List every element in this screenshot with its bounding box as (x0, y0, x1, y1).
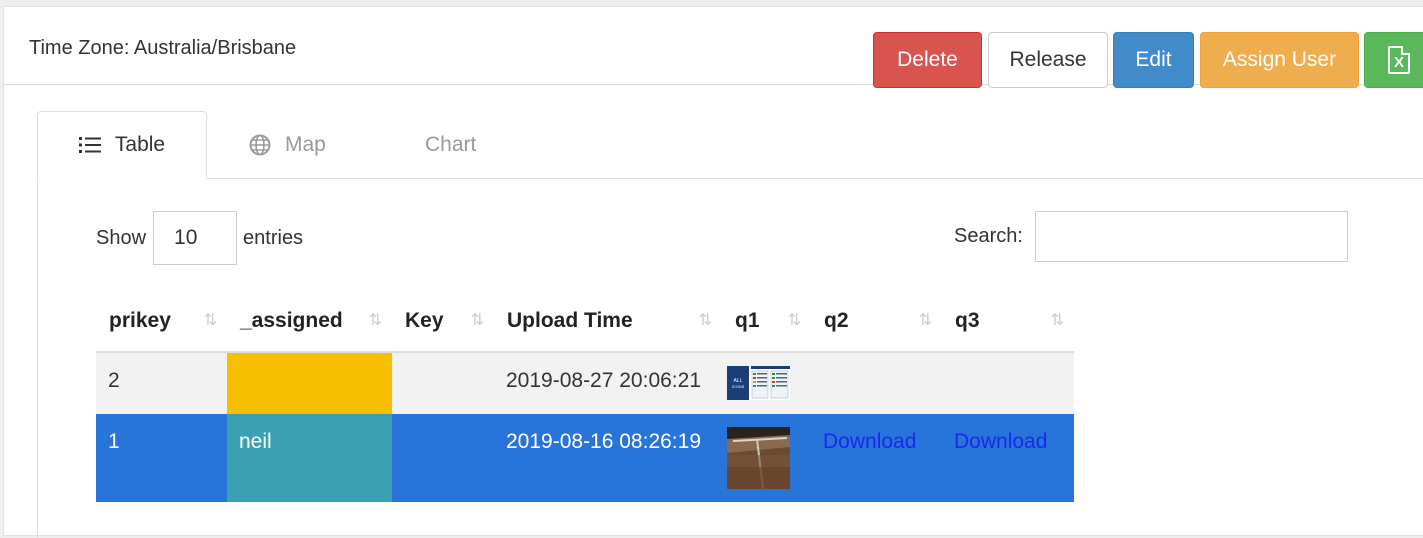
column-header-prikey[interactable]: prikey ⇅ (96, 290, 227, 353)
sort-icon: ⇅ (787, 312, 801, 329)
tab-table-label: Table (114, 133, 166, 156)
column-header-key[interactable]: Key ⇅ (392, 290, 494, 353)
search-label: Search: (954, 225, 1023, 247)
cell-q1: ALL ICONS (722, 352, 811, 414)
cell-assigned: neil (227, 414, 392, 502)
sort-icon: ⇅ (698, 312, 712, 329)
tab-map-label: Map (285, 133, 326, 156)
delete-button[interactable]: Delete (873, 32, 982, 88)
download-link[interactable]: Download (954, 430, 1047, 453)
column-header-q1[interactable]: q1 ⇅ (722, 290, 811, 353)
entries-label: entries (243, 226, 304, 249)
excel-file-icon: X (1388, 46, 1410, 74)
download-link[interactable]: Download (823, 430, 916, 453)
table-row[interactable]: 2 2019-08-27 20:06:21 ALL ICONS (96, 352, 1074, 414)
cell-q1 (722, 414, 811, 502)
header-bar: Time Zone: Australia/Brisbane Delete Rel… (4, 7, 1423, 88)
tab-map[interactable]: Map (249, 111, 359, 179)
timezone-label: Time Zone: Australia/Brisbane (29, 37, 297, 59)
export-excel-button[interactable]: X (1364, 32, 1423, 88)
edit-button[interactable]: Edit (1113, 32, 1194, 88)
cell-q3 (942, 352, 1074, 414)
cell-q2: Download (811, 414, 942, 502)
page-length-control: Show 10 entries (96, 211, 303, 265)
column-header-assigned[interactable]: _assigned ⇅ (227, 290, 392, 353)
column-header-q3[interactable]: q3 ⇅ (942, 290, 1074, 353)
sort-icon: ⇅ (203, 312, 217, 329)
image-thumbnail[interactable]: ALL ICONS (727, 366, 790, 400)
cell-q3: Download (942, 414, 1074, 502)
main-panel: Time Zone: Australia/Brisbane Delete Rel… (3, 6, 1423, 538)
cell-prikey: 2 (96, 352, 227, 414)
image-thumbnail[interactable] (727, 427, 790, 489)
cell-key (392, 352, 494, 414)
tab-chart[interactable]: Chart (425, 111, 515, 179)
column-header-upload-time[interactable]: Upload Time ⇅ (494, 290, 722, 353)
cell-upload-time: 2019-08-16 08:26:19 (494, 414, 722, 502)
show-label: Show (96, 226, 147, 249)
sort-icon: ⇅ (470, 312, 484, 329)
globe-icon (249, 134, 271, 156)
svg-text:ICONS: ICONS (732, 384, 745, 389)
search-input[interactable] (1034, 211, 1348, 262)
table-row[interactable]: 1 neil 2019-08-16 08:26:19 Download Down… (96, 414, 1074, 502)
tab-chart-label: Chart (425, 133, 477, 156)
cell-key (392, 414, 494, 502)
tab-table[interactable]: Table (37, 111, 207, 179)
cell-q2 (811, 352, 942, 414)
sort-icon: ⇅ (1050, 312, 1064, 329)
assign-user-button[interactable]: Assign User (1200, 32, 1359, 88)
release-button[interactable]: Release (988, 32, 1108, 88)
search-control: Search: (954, 211, 1348, 262)
sort-icon: ⇅ (368, 312, 382, 329)
list-icon (78, 136, 101, 154)
view-tabs: Table Map Chart (37, 111, 1423, 179)
page-length-select[interactable]: 10 (153, 211, 238, 265)
column-header-q2[interactable]: q2 ⇅ (811, 290, 942, 353)
table-tab-content: Show 10 entries Search: prikey ⇅ _assigne… (37, 178, 1423, 538)
sort-icon: ⇅ (918, 312, 932, 329)
data-table: prikey ⇅ _assigned ⇅ Key ⇅ Upload Time ⇅ q1 ⇅… (96, 290, 1074, 502)
cell-upload-time: 2019-08-27 20:06:21 (494, 352, 722, 414)
cell-assigned (227, 352, 392, 414)
table-header-row: prikey ⇅ _assigned ⇅ Key ⇅ Upload Time ⇅ q1 ⇅… (96, 290, 1074, 353)
cell-prikey: 1 (96, 414, 227, 502)
